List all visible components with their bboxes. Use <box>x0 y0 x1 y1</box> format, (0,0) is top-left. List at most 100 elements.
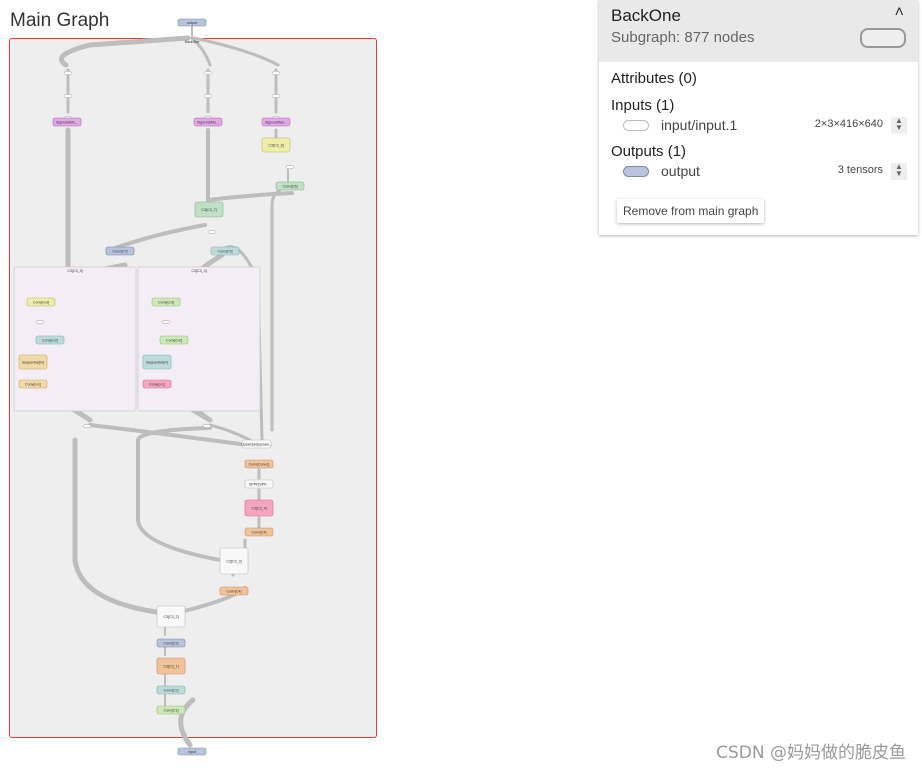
node-label: Conv[C7] <box>113 249 128 253</box>
graph-node[interactable]: Upsample[upsam... <box>241 439 272 449</box>
node-label: Conv[C5] <box>218 249 233 253</box>
graph-node[interactable]: C3[C3_4] <box>244 499 274 517</box>
op-node-icon[interactable] <box>35 319 45 325</box>
graph-node[interactable]: Conv[cv3] <box>151 297 181 307</box>
node-label: Conv[C6] <box>283 184 298 188</box>
panel-header: BackOne Subgraph: 877 nodes ˄ <box>599 0 918 62</box>
graph-node[interactable]: Conv[Conv1] <box>244 459 274 469</box>
node-label: Conv[Conv1] <box>249 462 270 466</box>
inputs-heading: Inputs (1) <box>611 97 675 114</box>
op-node-icon[interactable] <box>271 70 281 76</box>
node-label: Conv[C4] <box>252 530 267 534</box>
node-label: Conv[cv2] <box>166 338 182 342</box>
outputs-heading: Outputs (1) <box>611 143 687 160</box>
node-label: SPPF[SPP... <box>249 482 269 486</box>
graph-node[interactable]: Conv[cv2] <box>159 335 189 345</box>
graph-node[interactable]: Sigmoid/Mu... <box>52 117 82 127</box>
node-label: C3[C3_8] <box>268 143 283 147</box>
graph-node[interactable]: Conv[C1] <box>156 705 186 715</box>
node-label: Sequential[m] <box>146 360 168 364</box>
expand-toggle-icon[interactable]: ▲ ▼ <box>891 117 907 134</box>
input-row[interactable]: input/input.1 2×3×416×640 ▲ ▼ <box>623 117 907 135</box>
op-node-icon[interactable] <box>203 93 213 99</box>
panel-subtitle: Subgraph: 877 nodes <box>611 29 755 46</box>
chevron-up-icon[interactable]: ˄ <box>895 4 904 22</box>
output-tensor-count: 3 tensors <box>837 164 883 176</box>
remove-from-main-graph-button[interactable]: Remove from main graph <box>617 199 765 223</box>
node-label: input <box>188 750 196 754</box>
graph-node[interactable]: Conv[C3] <box>156 638 186 648</box>
graph-node[interactable]: Conv[C7] <box>105 246 135 256</box>
node-label: Conv[C3] <box>164 641 179 645</box>
op-node-icon[interactable] <box>63 93 73 99</box>
graph-node[interactable]: output <box>177 18 207 27</box>
expand-toggle-icon[interactable]: ▲ ▼ <box>891 163 907 180</box>
node-label: Conv[C4] <box>227 589 242 593</box>
graph-node[interactable]: C3[C3_2] <box>156 605 186 628</box>
graph-node[interactable]: Conv[cv1] <box>142 379 172 389</box>
graph-node[interactable]: C3[C3_7] <box>194 201 224 218</box>
node-label: output <box>187 21 197 25</box>
node-label: Conv[cv3] <box>33 300 49 304</box>
graph-edge <box>270 188 282 432</box>
op-node-icon[interactable] <box>207 229 217 235</box>
node-label: Sigmoid/Mu... <box>56 120 78 124</box>
graph-edge <box>208 423 252 442</box>
node-info-panel: BackOne Subgraph: 877 nodes ˄ Attributes… <box>599 0 918 235</box>
node-label: Conv[cv1] <box>149 382 165 386</box>
graph-node[interactable]: Sequential[m] <box>18 354 48 370</box>
op-node-icon[interactable] <box>161 319 171 325</box>
node-label: Conv[C2] <box>164 688 179 692</box>
graph-edge <box>206 191 294 202</box>
graph-node[interactable]: Sigmoid/Mu... <box>261 117 291 127</box>
graph-edge <box>59 35 191 68</box>
op-node-icon[interactable] <box>285 164 295 170</box>
input-shape-value: 2×3×416×640 <box>814 118 883 130</box>
cluster-label: C3[C3_3] <box>191 269 206 273</box>
op-node-icon[interactable] <box>82 423 92 429</box>
graph-node[interactable]: Conv[cv2] <box>35 335 65 345</box>
graph-node[interactable]: C3[C3_8] <box>261 137 291 153</box>
panel-title: BackOne <box>611 6 681 25</box>
op-node-icon[interactable] <box>271 93 281 99</box>
cluster-n-c33[interactable] <box>137 266 261 412</box>
node-label: C3[C3_7] <box>201 208 216 212</box>
op-node-icon[interactable] <box>63 70 73 76</box>
input-shape-icon <box>623 120 649 131</box>
node-label: Conv[cv2] <box>42 338 58 342</box>
node-label: Conv[cv1] <box>25 382 41 386</box>
graph-node[interactable]: Conv[C5] <box>210 246 240 256</box>
graph-node[interactable]: Conv[C4] <box>244 527 274 537</box>
op-node-icon[interactable] <box>203 70 213 76</box>
graph-node[interactable]: Conv[cv1] <box>18 379 48 389</box>
graph-node[interactable]: input <box>177 747 207 756</box>
node-label: C3[C3_1] <box>163 664 178 668</box>
graph-node[interactable]: Conv[C6] <box>275 181 305 191</box>
op-node-icon[interactable] <box>202 423 212 429</box>
output-shape-icon <box>623 166 649 177</box>
graph-node[interactable]: Conv[cv3] <box>26 297 56 307</box>
graph-node[interactable]: C3[C3_3] <box>219 547 249 575</box>
node-label: C3[C3_3] <box>226 559 241 563</box>
output-name: output <box>661 163 700 179</box>
graph-node[interactable]: Sequential[m] <box>142 354 172 370</box>
node-label: Sequential[m] <box>22 360 44 364</box>
graph-node[interactable]: C3[C3_1] <box>156 657 186 675</box>
node-label: Upsample[upsam... <box>241 442 272 446</box>
graph-edge <box>136 426 222 562</box>
graph-node[interactable]: Conv[C2] <box>156 685 186 695</box>
node-label: Conv[C1] <box>164 708 179 712</box>
graph-canvas[interactable]: C3[C3_4] C3[C3_3] output Sigmoid/Mu... Sigm… <box>0 0 600 769</box>
graph-node[interactable]: Sigmoid/Mu... <box>193 117 223 127</box>
graph-edge <box>108 223 207 252</box>
output-row[interactable]: output 3 tensors ▲ ▼ <box>623 163 907 181</box>
cluster-label: C3[C3_4] <box>67 269 82 273</box>
attributes-heading: Attributes (0) <box>611 70 697 87</box>
watermark: CSDN @妈妈做的脆皮鱼 <box>716 743 906 763</box>
graph-edge <box>72 437 159 615</box>
graph-node[interactable]: Conv[C4] <box>219 586 249 596</box>
cluster-n-c34[interactable] <box>13 266 137 412</box>
node-label: Conv[cv3] <box>158 300 174 304</box>
graph-edge <box>192 36 280 67</box>
graph-node[interactable]: SPPF[SPP... <box>244 479 274 489</box>
